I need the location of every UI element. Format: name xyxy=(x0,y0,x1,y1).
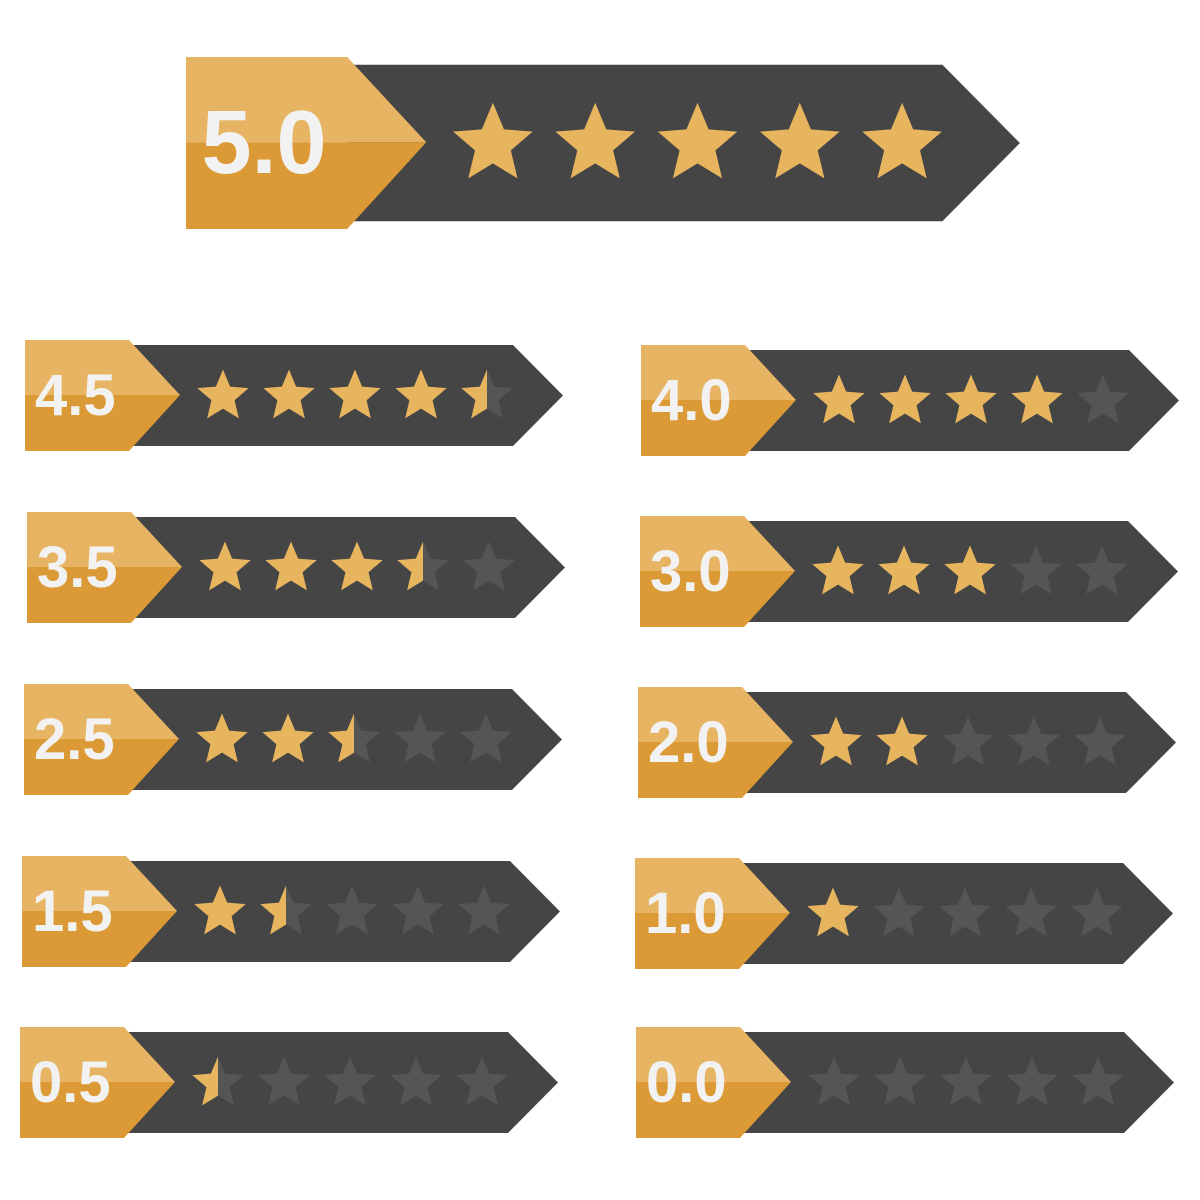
score-label: 2.0 xyxy=(648,710,729,775)
rating-badge-5-0: 5.0 xyxy=(186,57,1023,230)
rating-badge-2-5: 2.5 xyxy=(24,684,564,795)
score-label: 4.5 xyxy=(35,363,116,428)
rating-badge-4-5: 4.5 xyxy=(25,340,565,451)
rating-badge-0-5: 0.5 xyxy=(20,1027,560,1138)
score-label: 5.0 xyxy=(201,92,327,193)
score-label: 0.0 xyxy=(646,1050,727,1115)
score-label: 4.0 xyxy=(651,368,732,433)
rating-badge-4-0: 4.0 xyxy=(641,345,1181,456)
rating-badge-1-5: 1.5 xyxy=(22,856,562,967)
score-label: 1.0 xyxy=(645,881,726,946)
rating-badge-2-0: 2.0 xyxy=(638,687,1178,798)
score-label: 2.5 xyxy=(34,707,115,772)
rating-badge-3-5: 3.5 xyxy=(27,512,567,623)
rating-badge-1-0: 1.0 xyxy=(635,858,1175,969)
score-label: 1.5 xyxy=(32,879,113,944)
score-label: 0.5 xyxy=(30,1050,111,1115)
rating-badge-0-0: 0.0 xyxy=(636,1027,1176,1138)
score-label: 3.0 xyxy=(650,539,731,604)
score-label: 3.5 xyxy=(37,535,118,600)
rating-badge-3-0: 3.0 xyxy=(640,516,1180,627)
